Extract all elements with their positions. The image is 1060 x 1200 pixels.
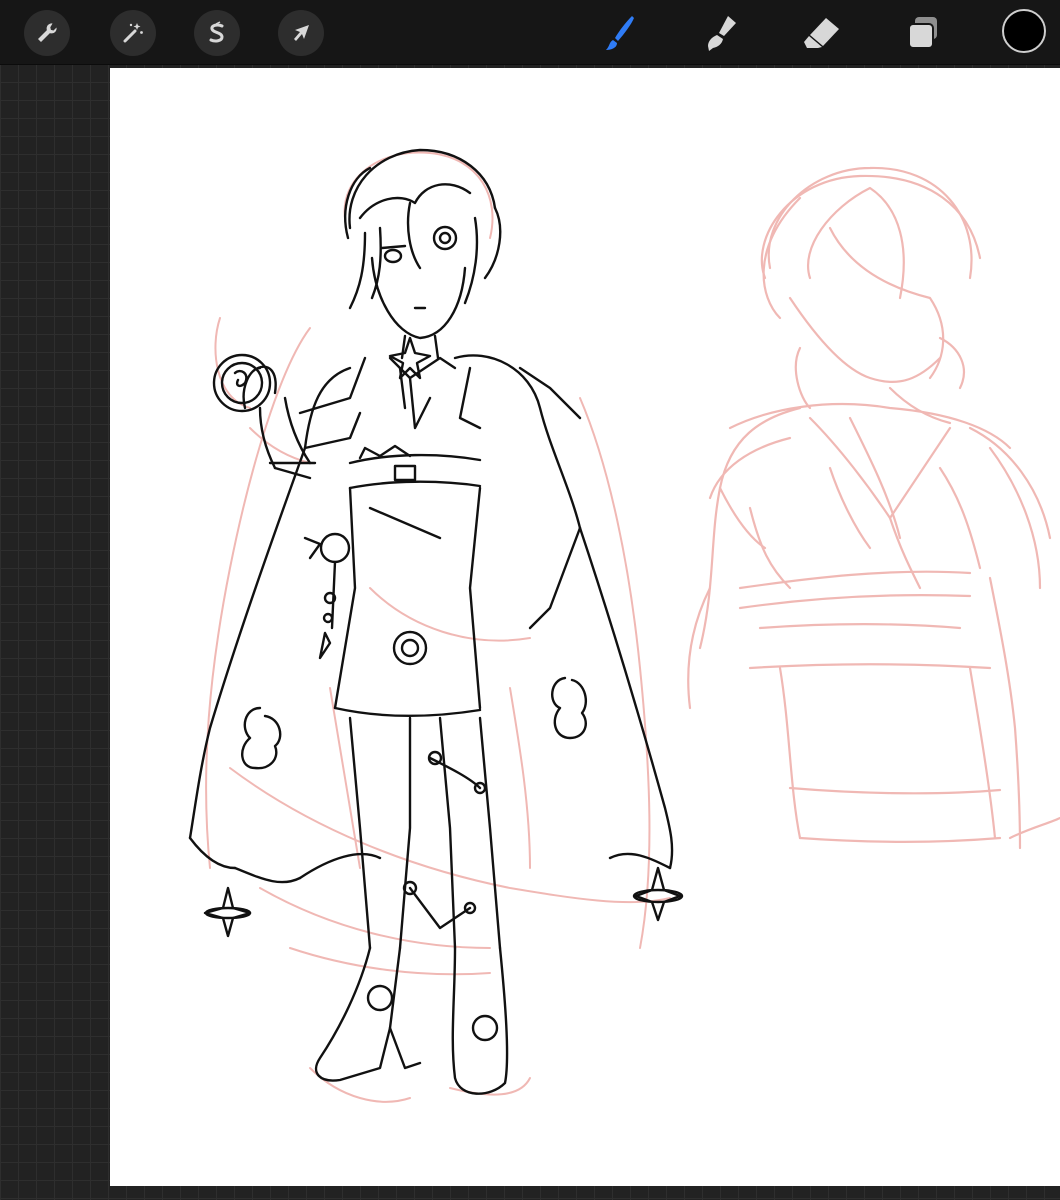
main-figure-underlay	[205, 151, 671, 1103]
smudge-tool-button[interactable]	[696, 8, 746, 58]
main-figure-lineart	[188, 148, 684, 1095]
top-toolbar	[0, 0, 1060, 65]
wrench-icon	[38, 23, 57, 42]
selection-button[interactable]	[194, 10, 240, 56]
eraser-tool-button[interactable]	[796, 8, 846, 58]
transform-button[interactable]	[278, 10, 324, 56]
adjustments-button[interactable]	[110, 10, 156, 56]
brush-tool-button[interactable]	[594, 8, 644, 58]
drawing-canvas[interactable]	[110, 68, 1060, 1186]
actions-button[interactable]	[24, 10, 70, 56]
brush-icon	[606, 16, 634, 50]
rough-sketch-figure	[687, 166, 1060, 850]
layers-button[interactable]	[898, 8, 948, 58]
selection-s-icon	[209, 21, 224, 43]
smudge-icon	[708, 16, 736, 51]
arrow-cursor-icon	[294, 25, 309, 41]
artwork-illustration	[188, 148, 1060, 1103]
magic-wand-icon	[123, 23, 143, 43]
color-picker-swatch[interactable]	[1002, 9, 1046, 53]
eraser-icon	[804, 18, 839, 48]
layers-icon	[908, 17, 937, 49]
